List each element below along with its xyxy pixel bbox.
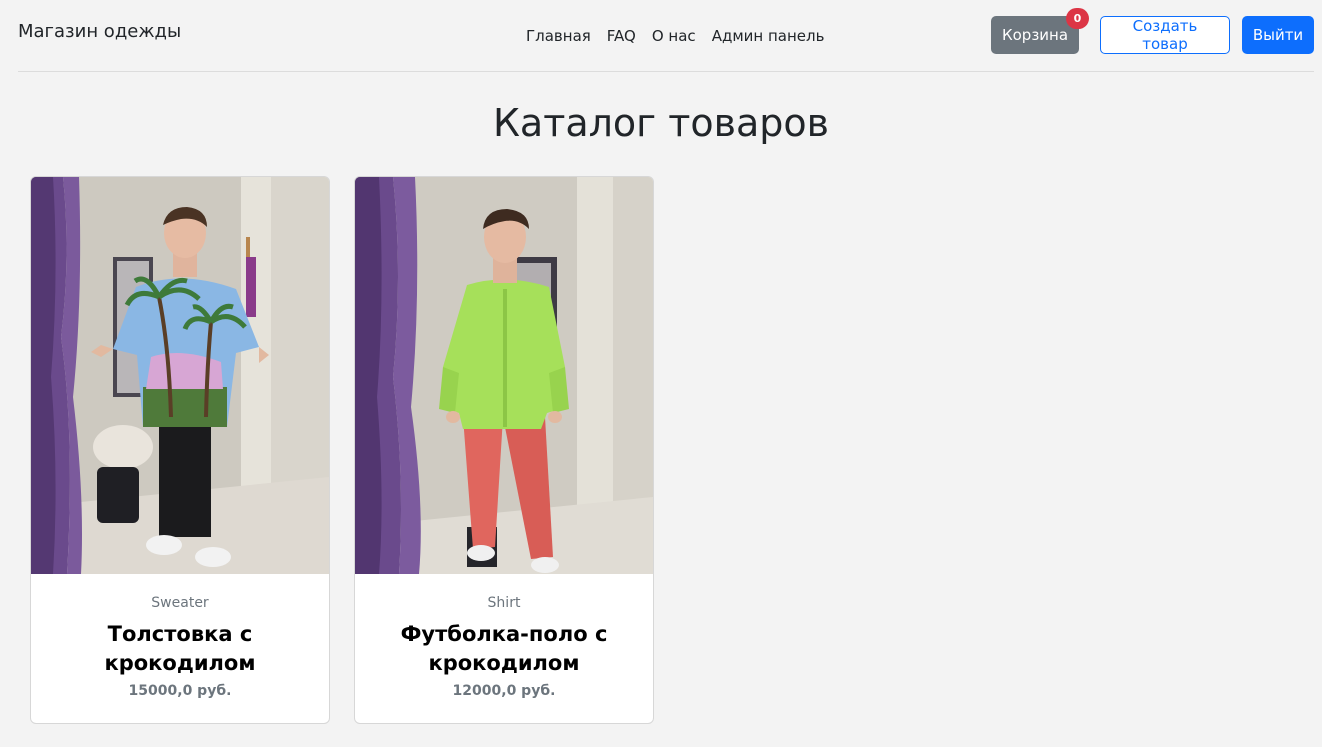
logout-button[interactable]: Выйти — [1242, 16, 1314, 54]
product-category: Shirt — [487, 595, 521, 611]
product-card[interactable]: Sweater Толстовка с крокодилом 15000,0 р… — [30, 176, 330, 724]
page-title: Каталог товаров — [492, 101, 830, 145]
product-card-body: Shirt Футболка-поло с крокодилом 12000,0… — [355, 574, 653, 723]
product-name[interactable]: Толстовка с крокодилом — [60, 620, 300, 678]
product-price: 12000,0 руб. — [452, 683, 556, 699]
nav-link-faq[interactable]: FAQ — [599, 26, 644, 46]
create-product-button[interactable]: Создать товар — [1100, 16, 1230, 54]
product-image — [31, 177, 329, 574]
header-actions: Корзина 0 Создать товар Выйти — [991, 8, 1314, 54]
cart-count-badge: 0 — [1066, 8, 1089, 29]
nav-link-about[interactable]: О нас — [644, 26, 704, 46]
product-category: Sweater — [151, 595, 209, 611]
cart-button[interactable]: Корзина 0 — [991, 8, 1089, 54]
nav-link-home[interactable]: Главная — [518, 26, 599, 46]
nav-link-admin[interactable]: Админ панель — [704, 26, 833, 46]
product-price: 15000,0 руб. — [128, 683, 232, 699]
brand-logo[interactable]: Магазин одежды — [18, 20, 181, 44]
product-name[interactable]: Футболка-поло с крокодилом — [384, 620, 624, 678]
top-navbar: Магазин одежды Главная FAQ О нас Админ п… — [18, 0, 1314, 72]
product-card[interactable]: Shirt Футболка-поло с крокодилом 12000,0… — [354, 176, 654, 724]
product-image — [355, 177, 653, 574]
product-card-body: Sweater Толстовка с крокодилом 15000,0 р… — [31, 574, 329, 723]
cart-button-label: Корзина — [1001, 26, 1069, 44]
main-nav: Главная FAQ О нас Админ панель — [518, 26, 832, 46]
